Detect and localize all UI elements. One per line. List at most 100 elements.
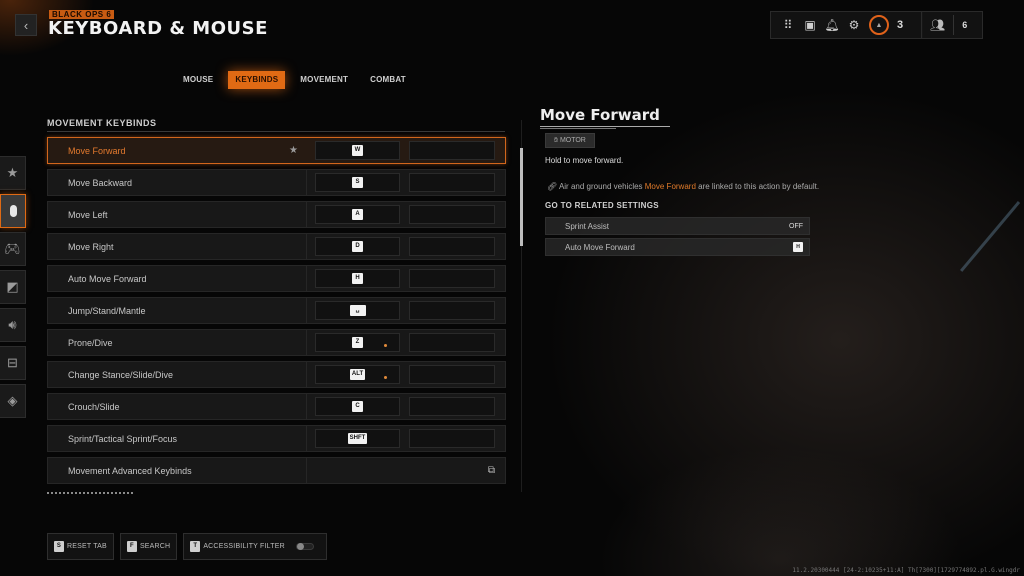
tab-movement[interactable]: MOVEMENT	[293, 71, 355, 89]
side-nav-favorites[interactable]: ★	[0, 156, 26, 190]
search-button[interactable]: F SEARCH	[119, 533, 178, 560]
side-nav-interface[interactable]: ⊟	[0, 346, 26, 380]
advanced-keybinds-row[interactable]: Movement Advanced Keybinds ⧉	[47, 457, 506, 484]
keycap: D	[352, 241, 363, 252]
gear-icon[interactable]: ⚙	[843, 14, 865, 36]
note-text: are linked to this action by default.	[695, 182, 820, 191]
keybind-label: Prone/Dive	[68, 337, 113, 348]
keybind-row[interactable]: Sprint/Tactical Sprint/Focus SHFT	[47, 425, 506, 452]
secondary-key-slot[interactable]	[409, 397, 495, 416]
tab-keybinds[interactable]: KEYBINDS	[228, 71, 286, 89]
related-settings-title: GO TO RELATED SETTINGS	[545, 201, 659, 210]
keycap: S	[54, 541, 64, 552]
secondary-key-slot[interactable]	[409, 333, 495, 352]
primary-key-slot[interactable]: W	[315, 141, 400, 160]
primary-key-slot[interactable]: H	[315, 269, 400, 288]
secondary-key-slot[interactable]	[409, 173, 495, 192]
side-nav-controller[interactable]: 🎮︎	[0, 232, 26, 266]
keybind-row[interactable]: Crouch/Slide C	[47, 393, 506, 420]
secondary-key-slot[interactable]	[409, 205, 495, 224]
party-count: 6	[962, 20, 968, 30]
primary-key-slot[interactable]: Z	[315, 333, 400, 352]
keybind-label-wrap: Movement Advanced Keybinds	[48, 458, 307, 483]
keybind-label-wrap: Move Backward	[48, 170, 307, 195]
primary-key-slot[interactable]: A	[315, 205, 400, 224]
background-decoration	[960, 201, 1021, 272]
speaker-icon: 🔊︎	[8, 317, 17, 332]
interface-icon: ⊟	[7, 355, 18, 370]
side-nav-graphics[interactable]: ◩	[0, 270, 26, 304]
primary-key-slot[interactable]: D	[315, 237, 400, 256]
keycap: H	[352, 273, 363, 284]
keycap: Z	[352, 337, 363, 348]
tab-mouse[interactable]: MOUSE	[176, 71, 220, 89]
side-nav-audio[interactable]: 🔊︎	[0, 308, 26, 342]
primary-key-slot[interactable]: S	[315, 173, 400, 192]
related-setting-sprint-assist[interactable]: Sprint Assist OFF	[545, 217, 810, 235]
favorite-star-icon[interactable]: ★	[289, 145, 298, 156]
page-title: KEYBOARD & MOUSE	[48, 18, 268, 39]
primary-key-slot[interactable]: SHFT	[315, 429, 400, 448]
keybind-row[interactable]: Move Backward S	[47, 169, 506, 196]
rank-icon[interactable]: ▲	[869, 15, 889, 35]
secondary-key-slot[interactable]	[409, 269, 495, 288]
keybind-label: Move Forward	[68, 145, 126, 156]
secondary-key-slot[interactable]	[409, 429, 495, 448]
keybind-label: Movement Advanced Keybinds	[68, 465, 192, 476]
keybind-label: Crouch/Slide	[68, 401, 120, 412]
side-nav-keyboard-mouse[interactable]	[0, 194, 26, 228]
back-button[interactable]: ‹	[15, 14, 37, 36]
barracks-icon[interactable]: ▣	[799, 14, 821, 36]
detail-description: Hold to move forward.	[545, 156, 624, 165]
keycap: H	[793, 242, 803, 252]
related-setting-label: Sprint Assist	[565, 221, 610, 231]
keybind-label-wrap: Move Right	[48, 234, 307, 259]
title-underline	[540, 128, 616, 129]
keybind-label: Move Backward	[68, 177, 133, 188]
category-tag-label: MOTOR	[559, 137, 586, 144]
divider	[47, 131, 505, 132]
keybind-row[interactable]: Auto Move Forward H	[47, 265, 506, 292]
keybind-list: Move Forward ★ W Move Backward S Move Lef…	[47, 137, 506, 489]
keybind-row[interactable]: Move Left A	[47, 201, 506, 228]
keybind-label: Move Left	[68, 209, 108, 220]
keybind-row[interactable]: Change Stance/Slide/Dive ALT	[47, 361, 506, 388]
keybind-row[interactable]: Jump/Stand/Mantle ␣	[47, 297, 506, 324]
scrollbar-thumb[interactable]	[520, 148, 523, 246]
accessibility-filter-button[interactable]: T ACCESSIBILITY FILTER	[183, 533, 327, 560]
keycap: C	[352, 401, 363, 412]
accessibility-filter-toggle[interactable]	[295, 543, 314, 550]
keycap: S	[352, 177, 363, 188]
tab-combat[interactable]: COMBAT	[363, 71, 413, 89]
title-underline	[540, 126, 670, 127]
party-button[interactable]: 👥︎ 6	[921, 11, 983, 39]
bell-icon[interactable]: 🔔︎	[821, 14, 843, 36]
related-setting-label: Auto Move Forward	[565, 242, 635, 252]
tab-bar: MOUSE KEYBINDS MOVEMENT COMBAT	[176, 71, 421, 89]
keybind-label-wrap: Sprint/Tactical Sprint/Focus	[48, 426, 307, 451]
secondary-key-slot[interactable]	[409, 365, 495, 384]
button-label: SEARCH	[139, 543, 171, 550]
keybind-label: Jump/Stand/Mantle	[68, 305, 146, 316]
build-info: 11.2.20300444 [24-2:10235+11:A] Th[7300]…	[792, 567, 1020, 574]
top-bar-icons: ⠿ ▣ 🔔︎ ⚙ ▲ 3	[770, 11, 923, 39]
secondary-key-slot[interactable]	[409, 301, 495, 320]
primary-key-slot[interactable]: ␣	[315, 301, 400, 320]
secondary-key-slot[interactable]	[409, 141, 495, 160]
keybind-row[interactable]: Move Right D	[47, 233, 506, 260]
keybind-label: Sprint/Tactical Sprint/Focus	[68, 433, 178, 444]
secondary-key-slot[interactable]	[409, 237, 495, 256]
footer-actions: S RESET TAB F SEARCH T ACCESSIBILITY FIL…	[47, 533, 327, 560]
primary-key-slot[interactable]: ALT	[315, 365, 400, 384]
side-nav-network[interactable]: ◈	[0, 384, 26, 418]
section-title: MOVEMENT KEYBINDS	[47, 118, 157, 128]
keycap: F	[126, 541, 137, 552]
grid-icon[interactable]: ⠿	[777, 14, 799, 36]
modified-indicator	[384, 344, 387, 347]
keybind-label-wrap: Jump/Stand/Mantle	[48, 298, 307, 323]
keybind-row[interactable]: Prone/Dive Z	[47, 329, 506, 356]
keybind-row[interactable]: Move Forward ★ W	[47, 137, 506, 164]
related-setting-auto-move-forward[interactable]: Auto Move Forward H	[545, 238, 810, 256]
reset-tab-button[interactable]: S RESET TAB	[47, 533, 114, 560]
primary-key-slot[interactable]: C	[315, 397, 400, 416]
